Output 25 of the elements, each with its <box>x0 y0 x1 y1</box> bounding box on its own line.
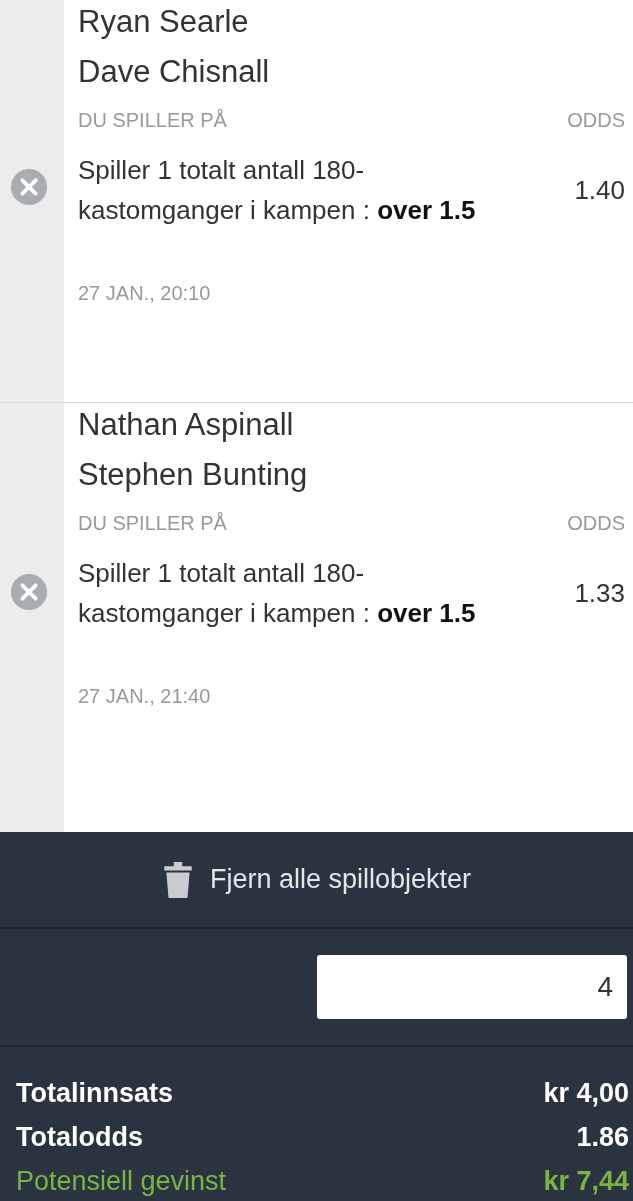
match-time: 27 JAN., 21:40 <box>78 685 212 708</box>
bet-selection: Spiller 1 totalt antall 180-kastomganger i kampen : over 1.5 <box>78 557 477 630</box>
pick-label: DU SPILLER PÅ <box>78 512 227 535</box>
remove-all-button[interactable]: Fjern alle spillobjekter <box>161 860 472 899</box>
player-name: Ryan Searle <box>78 3 250 41</box>
player-name: Dave Chisnall <box>78 53 271 91</box>
total-label: Totalinnsats <box>16 1077 174 1110</box>
bet-selection: Spiller 1 totalt antall 180-kastomganger i kampen : over 1.5 <box>78 154 477 227</box>
remove-icon[interactable] <box>10 168 48 206</box>
odds-label: ODDS <box>567 512 625 535</box>
player-name: Nathan Aspinall <box>78 406 295 444</box>
remove-icon[interactable] <box>10 573 48 611</box>
total-value: 1.86 <box>576 1121 629 1154</box>
odds-value: 1.40 <box>574 174 625 206</box>
total-value: kr 4,00 <box>543 1077 629 1110</box>
total-value: kr 7,44 <box>543 1165 629 1198</box>
odds-label: ODDS <box>567 109 625 132</box>
player-name: Stephen Bunting <box>78 456 309 494</box>
trash-icon <box>161 860 194 899</box>
odds-value: 1.33 <box>574 577 625 609</box>
stake-input[interactable]: 4 <box>317 955 627 1019</box>
total-label: Potensiell gevinst <box>16 1165 227 1198</box>
pick-label: DU SPILLER PÅ <box>78 109 227 132</box>
total-label: Totalodds <box>16 1121 143 1154</box>
match-time: 27 JAN., 20:10 <box>78 282 212 305</box>
